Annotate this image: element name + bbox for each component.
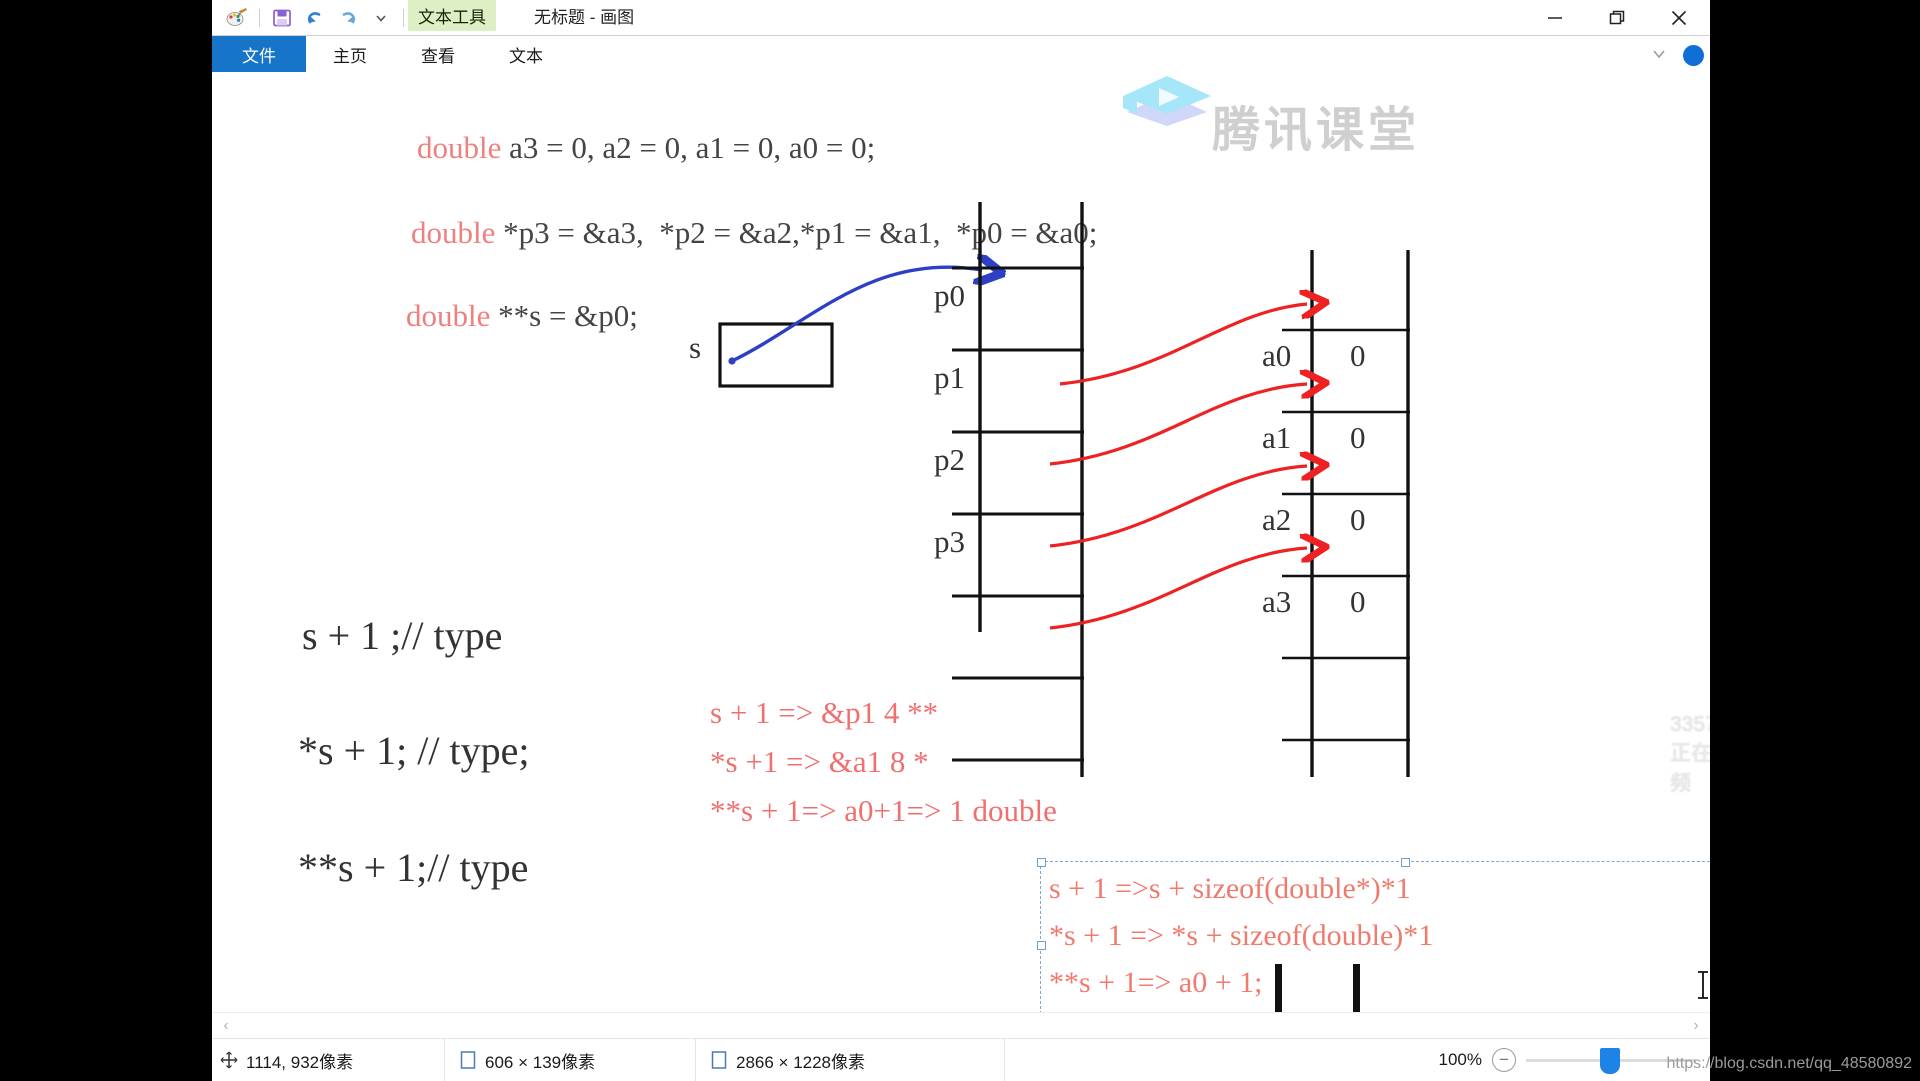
scroll-left-chevron-icon[interactable]: ‹ <box>216 1016 236 1036</box>
avatar[interactable] <box>1683 45 1704 66</box>
csdn-watermark: https://blog.csdn.net/qq_48580892 <box>1666 1055 1912 1072</box>
crosshair-icon <box>220 1051 238 1069</box>
redo-icon[interactable] <box>333 3 363 33</box>
zoom-slider-thumb[interactable] <box>1600 1047 1620 1074</box>
diagram-pointer-label-p3: p3 <box>934 524 965 559</box>
window-title: 无标题 - 画图 <box>534 8 635 27</box>
context-tab-text-tools[interactable]: 文本工具 <box>408 0 496 31</box>
selection-size-icon <box>460 1051 476 1069</box>
expression-3: **s + 1;// type <box>298 845 529 890</box>
red-note-2: *s +1 => &a1 8 * <box>710 744 929 779</box>
diagram-var-label-a3: a3 <box>1262 584 1292 619</box>
qat-separator-2 <box>403 9 404 27</box>
code-rest-1: a3 = 0, a2 = 0, a1 = 0, a0 = 0; <box>501 130 876 165</box>
diagram-var-label-a0: a0 <box>1262 338 1292 373</box>
status-bar: 1114, 932像素 606 × 139像素 2866 × 1228像素 10… <box>212 1038 1710 1081</box>
code-rest-3: **s = &p0; <box>490 298 638 333</box>
code-keyword-double-3: double <box>406 298 491 333</box>
qat-more-chevron-down-icon[interactable] <box>366 3 396 33</box>
diagram-var-value-a3: 0 <box>1350 584 1366 619</box>
quick-access-toolbar <box>222 2 408 34</box>
diagram-var-label-a2: a2 <box>1262 502 1292 537</box>
textbox-line-3: **s + 1=> a0 + 1; <box>1049 966 1263 999</box>
drawing-canvas[interactable]: 腾讯课堂 double a3 = 0, a2 = 0, a1 = 0, a0 =… <box>212 72 1710 1012</box>
resize-handle-nw[interactable] <box>1037 858 1046 867</box>
horizontal-scrollbar[interactable]: ‹ › <box>212 1012 1710 1039</box>
diagram-var-value-a1: 0 <box>1350 420 1366 455</box>
tencent-classroom-label: 腾讯课堂 <box>1212 102 1421 158</box>
tab-text[interactable]: 文本 <box>482 36 570 72</box>
window-controls <box>1524 0 1710 36</box>
viewer-watermark: 3357971878正在观看视频 <box>1670 713 1710 795</box>
expression-1: s + 1 ;// type <box>302 613 503 658</box>
selected-text-box[interactable]: s + 1 =>s + sizeof(double*)*1 *s + 1 => … <box>1037 858 1710 1012</box>
status-image-size-text: 2866 × 1228像素 <box>736 1052 866 1072</box>
save-icon[interactable] <box>267 3 297 33</box>
ribbon-collapse-chevron-down-icon[interactable] <box>1650 46 1668 67</box>
screen-root: 文本工具 无标题 - 画图 文件 主页 查看 文本 腾讯课堂 double a3… <box>0 0 1920 1081</box>
undo-icon[interactable] <box>300 3 330 33</box>
qat-separator <box>259 9 260 27</box>
minimize-button[interactable] <box>1524 0 1586 36</box>
status-image-size: 2866 × 1228像素 <box>696 1039 1005 1081</box>
ribbon-tabs: 文件 主页 查看 文本 <box>212 36 1710 108</box>
diagram-var-value-a0: 0 <box>1350 338 1366 373</box>
letterbox-right <box>1710 0 1920 1080</box>
status-cursor-position: 1114, 932像素 <box>212 1039 445 1081</box>
diagram-var-value-a2: 0 <box>1350 502 1366 537</box>
status-cursor-position-text: 1114, 932像素 <box>246 1052 354 1072</box>
title-bar: 文本工具 无标题 - 画图 <box>212 0 1710 36</box>
code-rest-2: *p3 = &a3, *p2 = &a2,*p1 = &a1, *p0 = &a… <box>495 215 1098 250</box>
red-note-1: s + 1 => &p1 4 ** <box>710 695 939 730</box>
text-cursor-ibeam-icon <box>1698 971 1708 999</box>
status-selection-size-text: 606 × 139像素 <box>485 1052 596 1072</box>
image-size-icon <box>711 1051 727 1069</box>
restore-button[interactable] <box>1586 0 1648 36</box>
scroll-right-chevron-icon[interactable]: › <box>1686 1016 1706 1036</box>
diagram-pointer-label-p1: p1 <box>934 360 965 395</box>
resize-handle-w[interactable] <box>1037 941 1046 950</box>
letterbox-left <box>0 0 212 1080</box>
expression-2: *s + 1; // type; <box>298 728 530 773</box>
code-keyword-double-1: double <box>417 130 502 165</box>
zoom-out-button[interactable]: − <box>1492 1048 1516 1072</box>
textbox-line-1: s + 1 =>s + sizeof(double*)*1 <box>1049 872 1411 905</box>
tab-home[interactable]: 主页 <box>306 36 394 72</box>
close-button[interactable] <box>1648 0 1710 36</box>
textbox-line-2: *s + 1 => *s + sizeof(double)*1 <box>1049 919 1434 952</box>
tab-view[interactable]: 查看 <box>394 36 482 72</box>
paint-window: 文本工具 无标题 - 画图 文件 主页 查看 文本 腾讯课堂 double a3… <box>212 0 1710 1081</box>
red-note-3: **s + 1=> a0+1=> 1 double <box>710 793 1057 828</box>
code-line-3: double **s = &p0; <box>344 262 638 370</box>
diagram-label-s: s <box>689 330 702 365</box>
code-keyword-double-2: double <box>411 215 496 250</box>
tab-file[interactable]: 文件 <box>212 36 306 72</box>
resize-handle-n[interactable] <box>1401 858 1410 867</box>
diagram-pointer-label-p0: p0 <box>934 278 965 313</box>
paint-app-icon[interactable] <box>222 3 252 33</box>
status-selection-size: 606 × 139像素 <box>445 1039 696 1081</box>
diagram-pointer-label-p2: p2 <box>934 442 965 477</box>
zoom-level-label: 100% <box>1438 1050 1482 1069</box>
diagram-var-label-a1: a1 <box>1262 420 1292 455</box>
